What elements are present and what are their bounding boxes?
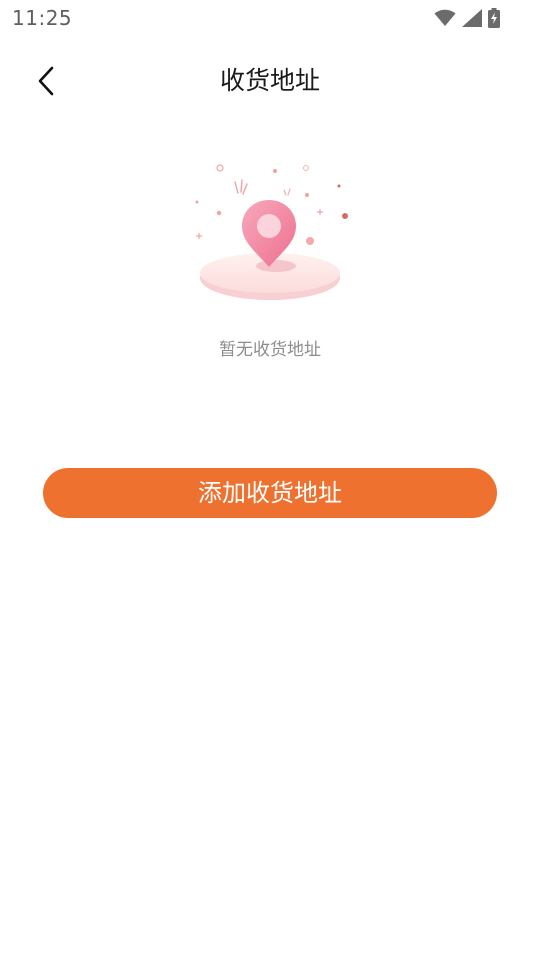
- address-page: 11:25 收货地址 暂无收货地址 添加收货地址: [0, 0, 540, 960]
- cellular-signal-icon: [462, 9, 482, 27]
- wifi-icon: [434, 9, 456, 27]
- empty-state-message: 暂无收货地址: [219, 340, 321, 360]
- page-title: 收货地址: [219, 66, 320, 95]
- empty-state-illustration: [186, 156, 354, 308]
- location-pin-icon: [195, 164, 348, 300]
- status-time: 11:25: [12, 6, 73, 30]
- add-address-button[interactable]: 添加收货地址: [43, 468, 497, 518]
- app-header: 收货地址: [0, 56, 540, 106]
- status-icons: [434, 7, 500, 29]
- status-bar: 11:25: [0, 0, 540, 36]
- battery-charging-icon: [488, 8, 500, 28]
